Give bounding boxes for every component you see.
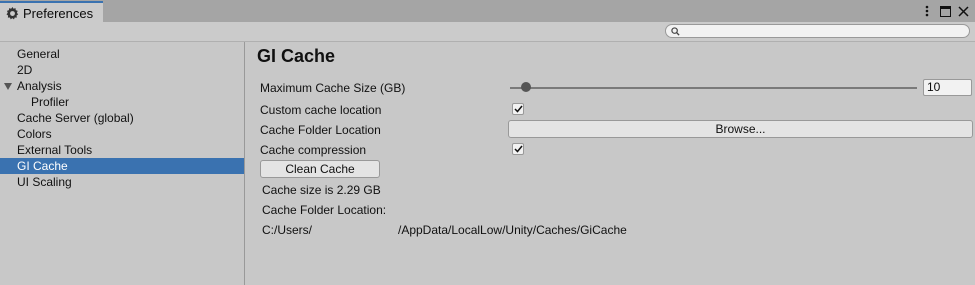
search-input[interactable] [682, 25, 962, 37]
max-cache-size-label: Maximum Cache Size (GB) [260, 81, 406, 95]
sidebar-item-label: 2D [17, 63, 33, 77]
browse-button[interactable]: Browse... [508, 120, 973, 138]
sidebar-item-2d[interactable]: 2D [0, 62, 244, 78]
sidebar-item-cache-server[interactable]: Cache Server (global) [0, 110, 244, 126]
checkmark-icon [513, 105, 523, 113]
tab-title: Preferences [23, 5, 94, 21]
cache-folder-location-heading: Cache Folder Location: [262, 203, 387, 217]
sidebar-item-label: Profiler [31, 95, 70, 109]
sidebar-item-label: GI Cache [17, 159, 68, 173]
clean-cache-button[interactable]: Clean Cache [260, 160, 380, 178]
gear-icon [5, 6, 19, 20]
sidebar-item-general[interactable]: General [0, 46, 244, 62]
more-options-icon[interactable] [921, 4, 933, 18]
sidebar-item-profiler[interactable]: Profiler [0, 94, 244, 110]
sidebar-item-label: External Tools [17, 143, 93, 157]
sidebar-item-external-tools[interactable]: External Tools [0, 142, 244, 158]
search-box[interactable] [665, 24, 970, 38]
search-icon [670, 25, 680, 37]
page-title: GI Cache [257, 46, 336, 66]
sidebar-item-label: General [17, 47, 60, 61]
toolbar [0, 22, 975, 42]
sidebar-item-label: UI Scaling [17, 175, 72, 189]
cache-compression-checkbox[interactable] [512, 143, 524, 155]
title-bar: Preferences [0, 0, 975, 23]
cache-path-suffix: /AppData/LocalLow/Unity/Caches/GiCache [398, 223, 627, 237]
cache-size-text: Cache size is 2.29 GB [262, 183, 381, 197]
max-cache-size-field[interactable]: 10 [923, 79, 972, 96]
maximize-icon[interactable] [939, 4, 951, 18]
max-cache-size-slider[interactable] [510, 87, 917, 89]
sidebar-item-label: Colors [17, 127, 52, 141]
window-controls [921, 3, 969, 19]
sidebar-item-ui-scaling[interactable]: UI Scaling [0, 174, 244, 190]
sidebar: General 2D Analysis Profiler Cache Serve… [0, 42, 245, 285]
sidebar-item-label: Analysis [17, 79, 62, 93]
tab-preferences[interactable]: Preferences [0, 1, 103, 23]
cache-folder-location-label: Cache Folder Location [260, 123, 381, 137]
sidebar-item-label: Cache Server (global) [17, 111, 134, 125]
sidebar-item-colors[interactable]: Colors [0, 126, 244, 142]
cache-compression-label: Cache compression [260, 143, 367, 157]
custom-cache-location-label: Custom cache location [260, 103, 382, 117]
sidebar-item-analysis[interactable]: Analysis [0, 78, 244, 94]
sidebar-item-gi-cache[interactable]: GI Cache [0, 158, 244, 174]
settings-panel: GI Cache Maximum Cache Size (GB) 10 Cust… [246, 42, 975, 285]
checkmark-icon [513, 145, 523, 153]
cache-path-prefix: C:/Users/ [262, 223, 313, 237]
slider-thumb[interactable] [521, 82, 531, 92]
custom-cache-location-checkbox[interactable] [512, 103, 524, 115]
expand-triangle-icon[interactable] [4, 83, 12, 90]
close-icon[interactable] [957, 4, 969, 18]
